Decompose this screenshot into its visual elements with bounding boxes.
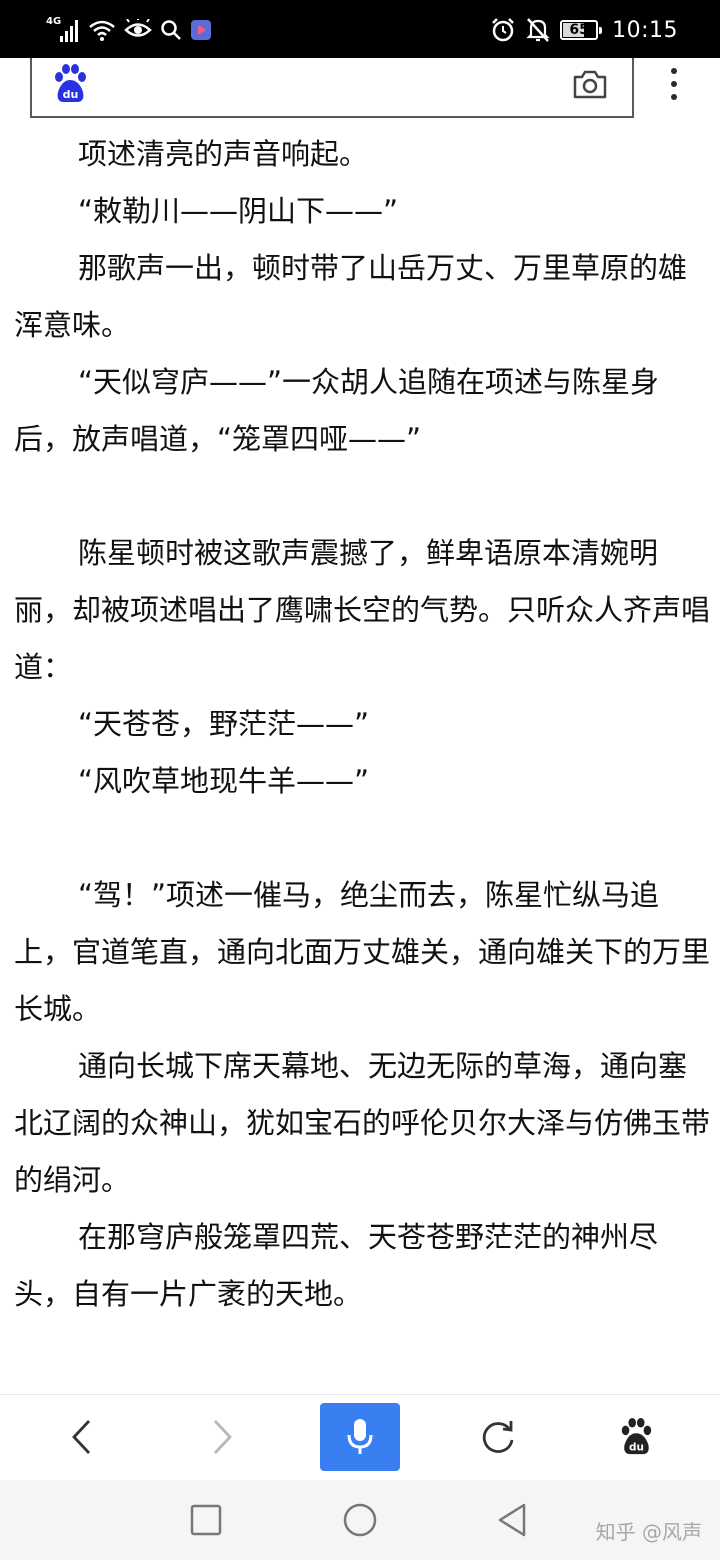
recent-apps-button[interactable] [184, 1498, 228, 1542]
baidu-paw-icon[interactable]: du [52, 64, 88, 104]
search-icon [161, 20, 181, 40]
status-bar-right: 65 10:15 [490, 14, 678, 46]
cellular-signal-icon: 4G [46, 16, 80, 44]
status-bar-left: 4G [46, 14, 212, 46]
recent-apps-icon [190, 1504, 222, 1536]
refresh-icon [482, 1421, 514, 1453]
baidu-home-button[interactable]: du [596, 1403, 676, 1471]
microphone-icon [347, 1419, 373, 1454]
forward-arrow-icon [213, 1420, 232, 1454]
battery-level: 65 [569, 22, 589, 38]
camera-icon[interactable] [572, 68, 608, 100]
battery-icon: 65 [560, 20, 603, 40]
mute-icon [526, 18, 550, 42]
back-triangle-icon [498, 1503, 526, 1537]
article-paragraph: “天似穹庐——”一众胡人追随在项述与陈星身后，放声唱道，“笼罩四哑——” [14, 365, 660, 456]
refresh-button[interactable] [458, 1403, 538, 1471]
article-paragraph: “风吹草地现牛羊——” [78, 764, 370, 798]
article-paragraph: 通向长城下席天幕地、无边无际的草海，通向塞北辽阔的众神山，犹如宝石的呼伦贝尔大泽… [14, 1049, 711, 1197]
article-paragraph: 陈星顿时被这歌声震撼了，鲜卑语原本清婉明丽，却被项述唱出了鹰啸长空的气势。只听众… [14, 536, 711, 684]
system-nav-bar: 知乎 @风声 [0, 1480, 720, 1560]
back-arrow-icon [72, 1420, 91, 1454]
svg-text:du: du [63, 88, 79, 101]
forward-button[interactable] [182, 1403, 262, 1471]
back-button[interactable] [42, 1403, 122, 1471]
home-icon [343, 1503, 377, 1537]
voice-search-button[interactable] [320, 1403, 400, 1471]
baidu-paw-icon: du [621, 1418, 652, 1455]
article-paragraph: 在那穹庐般笼罩四荒、天苍苍野茫茫的神州尽头，自有一片广袤的天地。 [14, 1220, 659, 1311]
browser-toolbar: du [0, 1394, 720, 1481]
system-back-button[interactable] [490, 1498, 534, 1542]
article-body: 项述清亮的声音响起。 “敕勒川——阴山下——” 那歌声一出，顿时带了山岳万丈、万… [14, 126, 712, 1323]
home-button[interactable] [338, 1498, 382, 1542]
wifi-icon [89, 20, 115, 41]
clock: 10:15 [612, 17, 678, 43]
eye-icon [124, 19, 152, 37]
app-notification-icon [191, 20, 211, 40]
alarm-icon [492, 18, 514, 42]
article-paragraph: 项述清亮的声音响起。 [78, 137, 369, 171]
svg-text:du: du [629, 1441, 644, 1453]
more-vertical-icon[interactable] [660, 64, 688, 104]
watermark: 知乎 @风声 [595, 1520, 702, 1544]
article-paragraph: 那歌声一出，顿时带了山岳万丈、万里草原的雄浑意味。 [14, 251, 688, 342]
status-bar: 4G 65 10:15 [0, 0, 720, 58]
article-paragraph: “天苍苍，野茫茫——” [78, 707, 370, 741]
search-box[interactable]: du [30, 58, 634, 118]
article-paragraph: “敕勒川——阴山下——” [78, 194, 399, 228]
article-paragraph: “驾！”项述一催马，绝尘而去，陈星忙纵马追上，官道笔直，通向北面万丈雄关，通向雄… [14, 878, 711, 1026]
